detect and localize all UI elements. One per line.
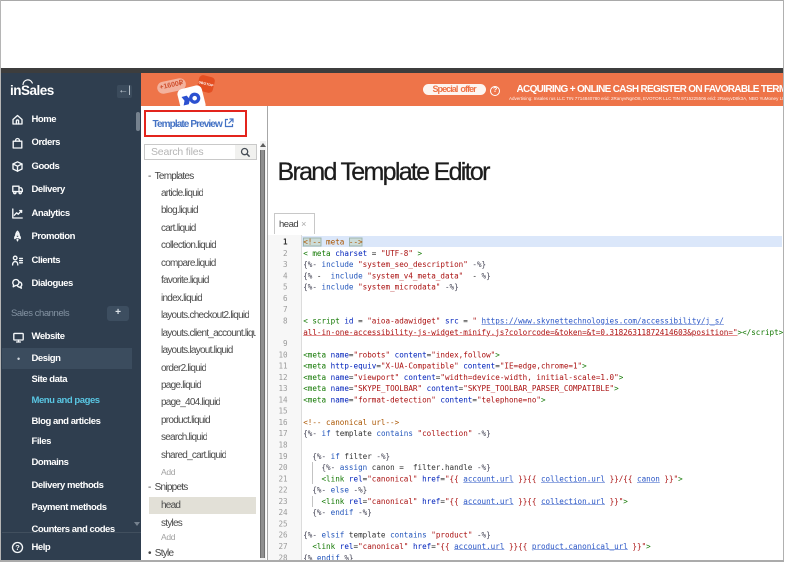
svg-text:?: ?: [15, 543, 20, 552]
